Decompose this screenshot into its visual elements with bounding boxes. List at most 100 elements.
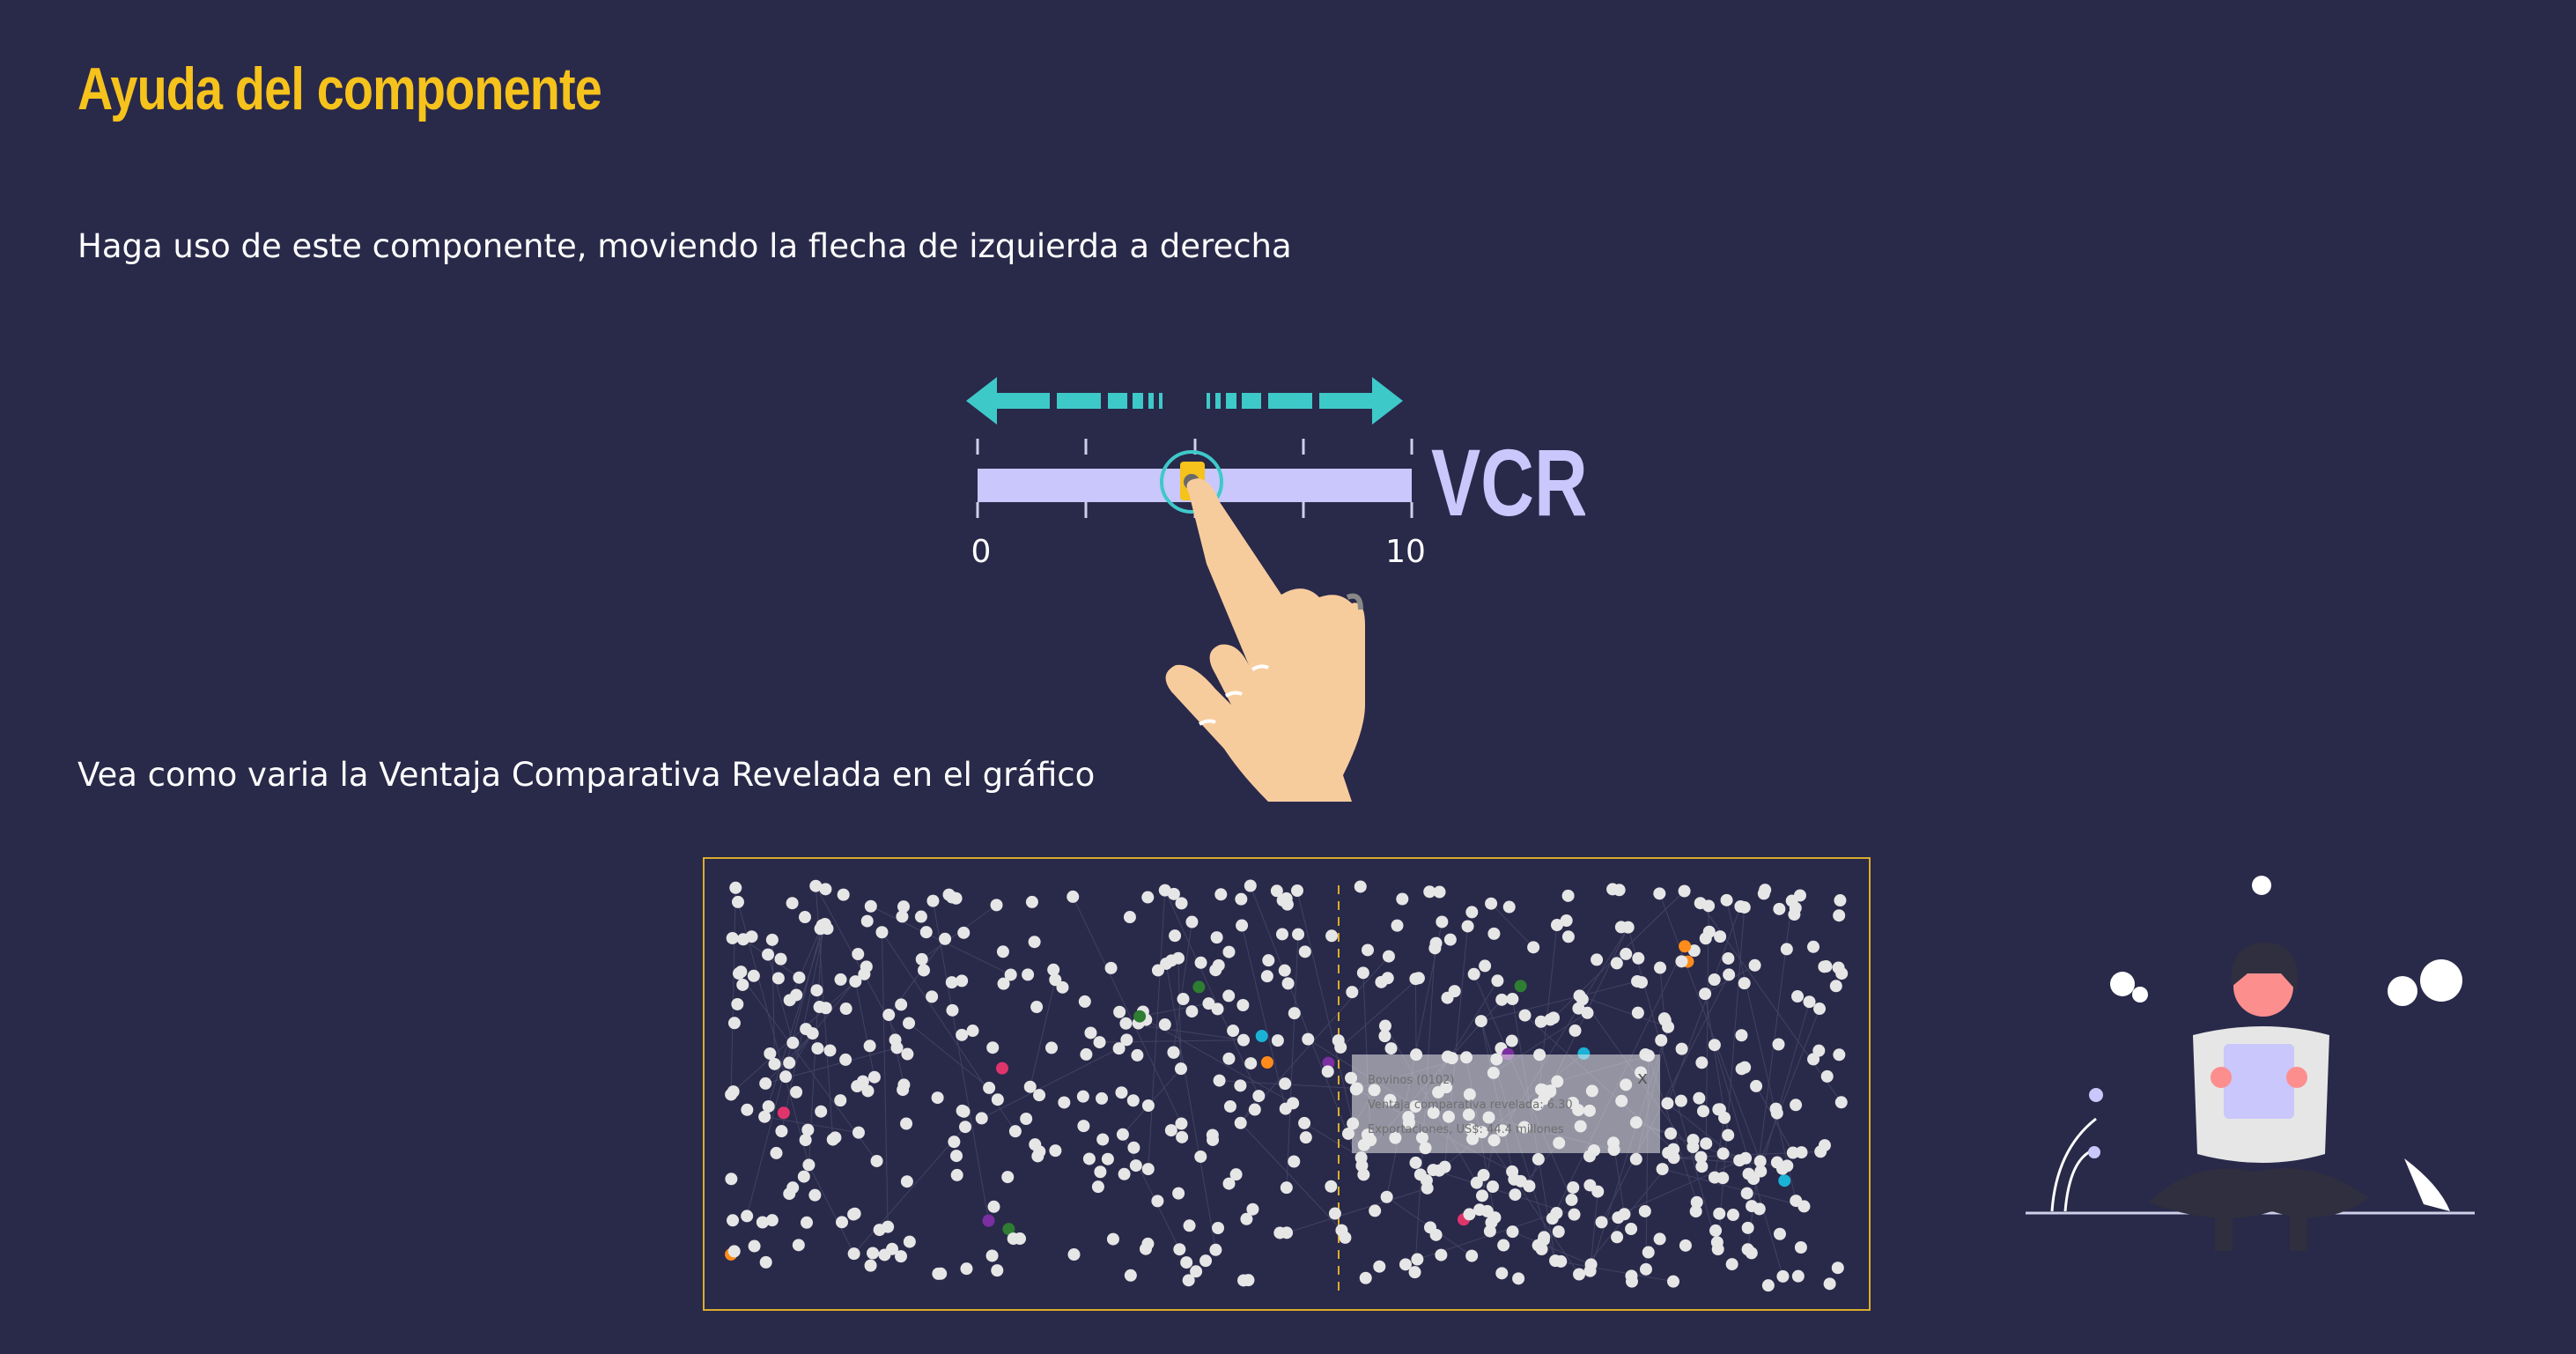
graph-node [786, 897, 799, 910]
graph-node [1497, 1239, 1510, 1252]
graph-node [1396, 892, 1409, 906]
graph-node [1716, 1172, 1730, 1185]
graph-node [1222, 945, 1236, 958]
graph-node [1831, 1262, 1844, 1275]
graph-node [1222, 1052, 1236, 1065]
graph-node [1244, 1057, 1258, 1070]
graph-node [800, 1023, 813, 1036]
graph-node [1378, 1030, 1391, 1043]
graph-node [1723, 968, 1736, 981]
graph-node [897, 900, 911, 914]
graph-node [1803, 995, 1816, 1009]
graph-node [1427, 1164, 1440, 1177]
graph-node [1049, 1144, 1062, 1158]
graph-node [1192, 980, 1206, 994]
graph-node [1118, 1167, 1131, 1180]
graph-node [1194, 956, 1207, 969]
graph-node [1546, 1011, 1560, 1025]
graph-node [931, 1091, 944, 1105]
graph-node [1675, 955, 1688, 968]
graph-node [1722, 1128, 1735, 1142]
graph-node [1354, 880, 1367, 893]
graph-node [1177, 993, 1190, 1006]
graph-node [1714, 930, 1727, 943]
graph-node [783, 994, 796, 1007]
graph-node [1025, 895, 1038, 908]
graph-node [1465, 1249, 1479, 1262]
graph-node [1733, 1154, 1746, 1167]
graph-node [1748, 958, 1761, 972]
graph-node [1527, 941, 1540, 954]
graph-node [1180, 1256, 1193, 1269]
graph-node [1182, 1274, 1195, 1287]
graph-node [1428, 942, 1442, 955]
graph-canvas[interactable] [705, 859, 1871, 1311]
instruction-text: Haga uso de este componente, moviendo la… [78, 227, 1292, 265]
slider-max-label: 10 [1385, 534, 1426, 570]
graph-node [736, 933, 749, 946]
tooltip-line: Exportaciones, US$: 44.4 millones [1368, 1123, 1564, 1136]
graph-node [1487, 1180, 1500, 1194]
graph-node [777, 1106, 790, 1120]
graph-node [1461, 920, 1474, 933]
graph-node [997, 977, 1010, 990]
graph-node [1711, 1243, 1724, 1256]
graph-node [847, 1247, 860, 1261]
graph-node [1654, 961, 1667, 974]
graph-node [1722, 951, 1735, 965]
graph-node [1287, 1097, 1300, 1110]
close-icon[interactable]: x [1637, 1067, 1648, 1088]
graph-node [1302, 1032, 1315, 1046]
graph-node [1033, 1089, 1046, 1102]
graph-node [1712, 1103, 1725, 1116]
graph-node [1082, 1152, 1096, 1165]
graph-node [813, 1001, 826, 1014]
graph-node [819, 883, 832, 896]
graph-node [1535, 1243, 1548, 1256]
graph-node [915, 952, 928, 966]
graph-node [726, 931, 739, 944]
graph-node [1411, 1253, 1424, 1266]
graph-node [1679, 940, 1692, 953]
graph-node [1194, 1150, 1207, 1163]
graph-node [1084, 1026, 1097, 1040]
graph-node [1713, 1207, 1726, 1220]
graph-node [1325, 929, 1339, 943]
graph-node [1211, 1003, 1224, 1016]
graph-node [1473, 1203, 1487, 1217]
graph-node [1639, 1262, 1652, 1276]
graph-node [1172, 951, 1185, 965]
graph-node [734, 966, 748, 979]
graph-node [1214, 888, 1228, 901]
graph-node [1298, 945, 1311, 958]
graph-node [1632, 951, 1645, 965]
graph-node [1725, 1258, 1738, 1271]
person-reading-illustration [2026, 876, 2475, 1251]
graph-node [759, 1077, 772, 1090]
graph-node [836, 1216, 849, 1229]
graph-node [1814, 1145, 1827, 1158]
graph-node [860, 914, 874, 928]
graph-node [949, 892, 963, 905]
graph-node [1679, 1239, 1692, 1252]
network-graph[interactable]: x Bovinos (0102) Ventaja comparativa rev… [703, 857, 1871, 1311]
graph-node [1662, 1146, 1675, 1159]
graph-node [1229, 1168, 1243, 1181]
graph-node [1260, 1056, 1273, 1069]
graph-node [858, 967, 871, 980]
double-arrow-icon [966, 377, 1403, 425]
graph-node [1227, 1025, 1240, 1038]
graph-node [759, 1255, 772, 1269]
graph-node [1550, 919, 1563, 932]
graph-node [1745, 1247, 1758, 1260]
graph-node [839, 1003, 853, 1016]
graph-node [1465, 906, 1479, 919]
graph-node [1675, 1042, 1688, 1055]
graph-node [1667, 1275, 1680, 1288]
graph-node [1495, 993, 1509, 1006]
graph-node [1384, 1042, 1398, 1055]
graph-node [1662, 1020, 1675, 1033]
graph-node [1281, 898, 1294, 911]
graph-node [1479, 959, 1492, 973]
graph-node [1491, 974, 1504, 988]
